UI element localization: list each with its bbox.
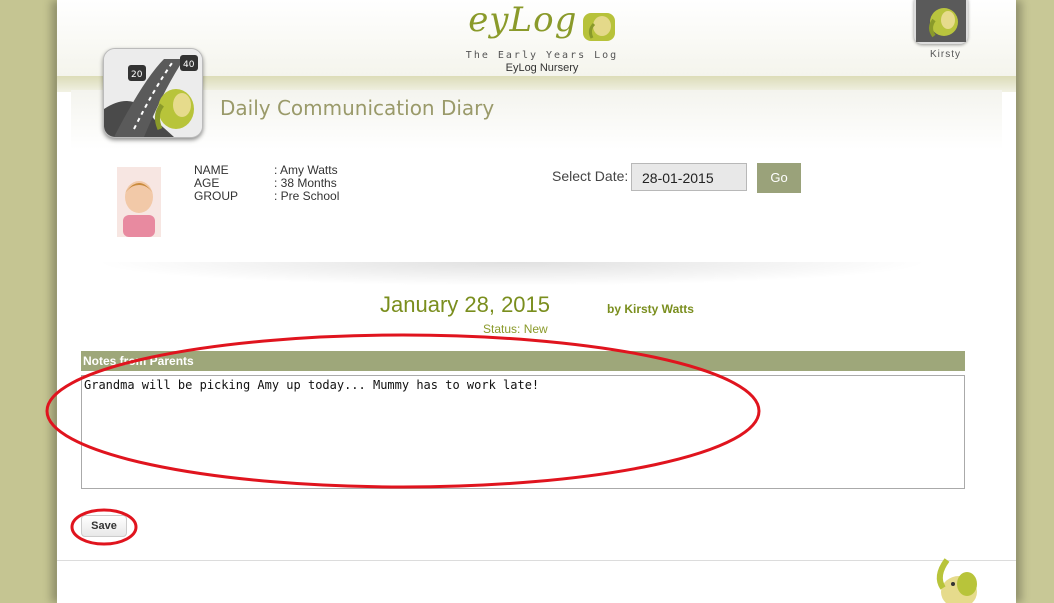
child-info-values: : Amy Watts : 38 Months : Pre School	[274, 164, 339, 203]
diary-app-icon: 20 40	[103, 48, 203, 138]
elephant-avatar-icon	[916, 0, 966, 42]
page-title: Daily Communication Diary	[220, 96, 495, 120]
page-background	[0, 0, 56, 603]
elephant-logo-icon	[582, 12, 615, 41]
elephant-mascot-icon	[936, 558, 977, 603]
select-date-label: Select Date:	[552, 168, 629, 184]
entry-date: January 28, 2015	[380, 292, 551, 317]
logo-tagline: The Early Years Log	[465, 50, 619, 61]
entry-author: by Kirsty Watts	[607, 302, 694, 316]
save-button[interactable]: Save	[81, 515, 127, 537]
svg-text:40: 40	[183, 60, 195, 70]
footer-divider	[57, 560, 1016, 561]
date-input[interactable]: 28-01-2015	[631, 163, 747, 191]
eylog-logo[interactable]: eyLog The Early Years Log EyLog Nursery	[452, 0, 632, 74]
svg-text:20: 20	[131, 70, 143, 80]
go-button[interactable]: Go	[757, 163, 801, 193]
nursery-name: EyLog Nursery	[505, 62, 579, 74]
notes-from-parents-header: Notes from Parents	[81, 351, 965, 371]
logo-text: eyLog	[468, 0, 578, 40]
user-name[interactable]: Kirsty	[930, 49, 961, 60]
group-label: GROUP	[194, 189, 239, 203]
main-page: eyLog The Early Years Log EyLog Nursery …	[57, 0, 1016, 603]
parent-notes-textarea[interactable]: Grandma will be picking Amy up today... …	[81, 375, 965, 489]
child-photo	[117, 167, 161, 237]
group-value: : Pre School	[274, 189, 340, 203]
child-info-labels: NAME AGE GROUP	[194, 164, 238, 203]
section-divider	[92, 262, 932, 286]
entry-status: Status: New	[483, 322, 548, 336]
user-avatar[interactable]	[914, 0, 968, 44]
header-gradient	[71, 90, 1002, 150]
